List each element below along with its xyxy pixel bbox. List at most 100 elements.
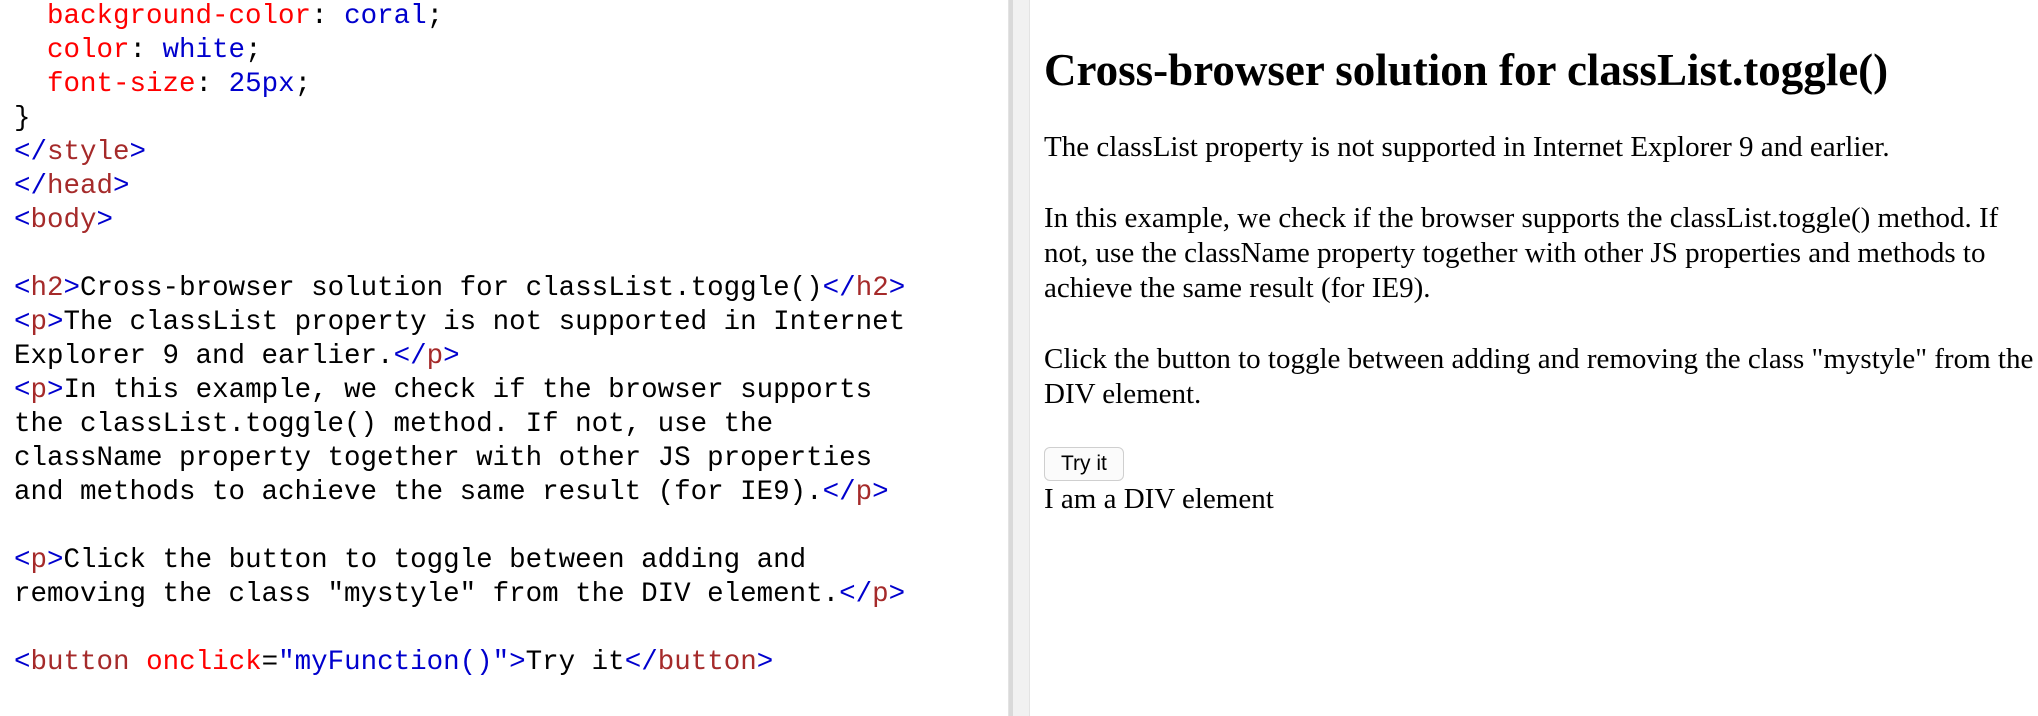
code-token: ; bbox=[426, 1, 444, 32]
code-token: className property together with other J… bbox=[14, 443, 873, 474]
code-area[interactable]: background-color: coral; color: white; f… bbox=[0, 0, 1008, 680]
code-token: > bbox=[63, 273, 81, 304]
code-line[interactable]: </head> bbox=[14, 170, 1008, 204]
code-line[interactable]: <button onclick="myFunction()">Try it</b… bbox=[14, 646, 1008, 680]
code-token: > bbox=[888, 579, 906, 610]
code-token: head bbox=[47, 171, 114, 202]
code-token: > bbox=[47, 307, 64, 338]
code-line[interactable]: } bbox=[14, 102, 1008, 136]
code-token: button bbox=[30, 647, 130, 678]
result-preview-pane: Cross-browser solution for classList.tog… bbox=[1030, 0, 2038, 716]
code-token: > bbox=[443, 341, 460, 372]
code-token: color bbox=[47, 35, 130, 66]
code-token: > bbox=[96, 205, 114, 236]
code-token: coral bbox=[344, 1, 427, 32]
code-line[interactable] bbox=[14, 238, 1008, 272]
code-token: In this example, we check if the browser… bbox=[63, 375, 873, 406]
code-line[interactable] bbox=[14, 612, 1008, 646]
code-token: < bbox=[14, 205, 31, 236]
code-token: : bbox=[129, 35, 163, 66]
code-token: </ bbox=[822, 477, 856, 508]
code-token: < bbox=[14, 545, 31, 576]
code-token: </ bbox=[14, 137, 48, 168]
code-token: > bbox=[47, 375, 64, 406]
preview-paragraph-support: The classList property is not supported … bbox=[1044, 131, 1890, 163]
code-token: p bbox=[426, 341, 444, 372]
code-token: < bbox=[14, 307, 31, 338]
preview-paragraph-example: In this example, we check if the browser… bbox=[1044, 202, 1999, 304]
pane-divider[interactable] bbox=[1008, 0, 1030, 716]
code-token: p bbox=[30, 307, 48, 338]
code-token: : bbox=[311, 1, 345, 32]
code-editor-pane[interactable]: background-color: coral; color: white; f… bbox=[0, 0, 1008, 716]
code-token: background-color bbox=[47, 1, 312, 32]
code-token: p bbox=[30, 375, 48, 406]
code-token: </ bbox=[822, 273, 856, 304]
code-token: < bbox=[14, 375, 31, 406]
code-token: p bbox=[872, 579, 889, 610]
code-line[interactable]: className property together with other J… bbox=[14, 442, 1008, 476]
code-line[interactable]: background-color: coral; bbox=[14, 0, 1008, 34]
code-token: ; bbox=[245, 35, 262, 66]
code-line[interactable]: and methods to achieve the same result (… bbox=[14, 476, 1008, 510]
code-line[interactable]: font-size: 25px; bbox=[14, 68, 1008, 102]
code-line[interactable]: </style> bbox=[14, 136, 1008, 170]
code-line[interactable]: removing the class "mystyle" from the DI… bbox=[14, 578, 1008, 612]
code-token: } bbox=[14, 103, 31, 134]
code-token: = bbox=[261, 647, 279, 678]
code-token: removing the class "mystyle" from the DI… bbox=[14, 579, 840, 610]
code-token: ; bbox=[294, 69, 312, 100]
code-token: font-size bbox=[47, 69, 196, 100]
code-token: > bbox=[47, 545, 64, 576]
code-token: white bbox=[162, 35, 246, 66]
code-token: body bbox=[30, 205, 97, 236]
code-token: </ bbox=[839, 579, 873, 610]
code-line[interactable]: <body> bbox=[14, 204, 1008, 238]
code-token: > bbox=[129, 137, 147, 168]
code-line[interactable]: Explorer 9 and earlier.</p> bbox=[14, 340, 1008, 374]
code-token: style bbox=[47, 137, 130, 168]
code-token: p bbox=[855, 477, 873, 508]
code-token: < bbox=[14, 273, 31, 304]
code-token: onclick bbox=[146, 647, 262, 678]
preview-heading: Cross-browser solution for classList.tog… bbox=[1044, 45, 1889, 95]
preview-paragraph-instructions: Click the button to toggle between addin… bbox=[1044, 343, 2034, 410]
code-line[interactable]: <p>In this example, we check if the brow… bbox=[14, 374, 1008, 408]
code-token: > bbox=[756, 647, 774, 678]
divider-drag-handle[interactable] bbox=[1009, 0, 1013, 716]
try-it-button[interactable]: Try it bbox=[1044, 447, 1124, 481]
code-token: 25px bbox=[228, 69, 295, 100]
code-line[interactable]: <h2>Cross-browser solution for classList… bbox=[14, 272, 1008, 306]
code-token: Click the button to toggle between addin… bbox=[63, 545, 807, 576]
code-token: "myFunction()" bbox=[278, 647, 510, 678]
code-line[interactable]: color: white; bbox=[14, 34, 1008, 68]
code-token: </ bbox=[393, 341, 427, 372]
code-token: p bbox=[30, 545, 48, 576]
code-token: > bbox=[888, 273, 906, 304]
code-token: > bbox=[113, 171, 130, 202]
code-token: h2 bbox=[855, 273, 889, 304]
code-token: button bbox=[657, 647, 757, 678]
code-line[interactable]: the classList.toggle() method. If not, u… bbox=[14, 408, 1008, 442]
code-token: h2 bbox=[30, 273, 64, 304]
code-token: > bbox=[872, 477, 889, 508]
code-token: </ bbox=[14, 171, 48, 202]
code-token: < bbox=[14, 647, 31, 678]
code-token: and methods to achieve the same result (… bbox=[14, 477, 823, 508]
code-line[interactable]: <p>The classList property is not support… bbox=[14, 306, 1008, 340]
code-line[interactable] bbox=[14, 510, 1008, 544]
code-token: Explorer 9 and earlier. bbox=[14, 341, 394, 372]
code-line[interactable]: <p>Click the button to toggle between ad… bbox=[14, 544, 1008, 578]
code-token: : bbox=[195, 69, 229, 100]
tryit-editor-window: background-color: coral; color: white; f… bbox=[0, 0, 2038, 716]
code-token: the classList.toggle() method. If not, u… bbox=[14, 409, 774, 440]
code-token: The classList property is not supported … bbox=[63, 307, 906, 338]
code-token: </ bbox=[624, 647, 658, 678]
code-token: Cross-browser solution for classList.tog… bbox=[80, 273, 823, 304]
code-token: Try it bbox=[525, 647, 625, 678]
target-div-element: I am a DIV element bbox=[1044, 483, 1274, 515]
